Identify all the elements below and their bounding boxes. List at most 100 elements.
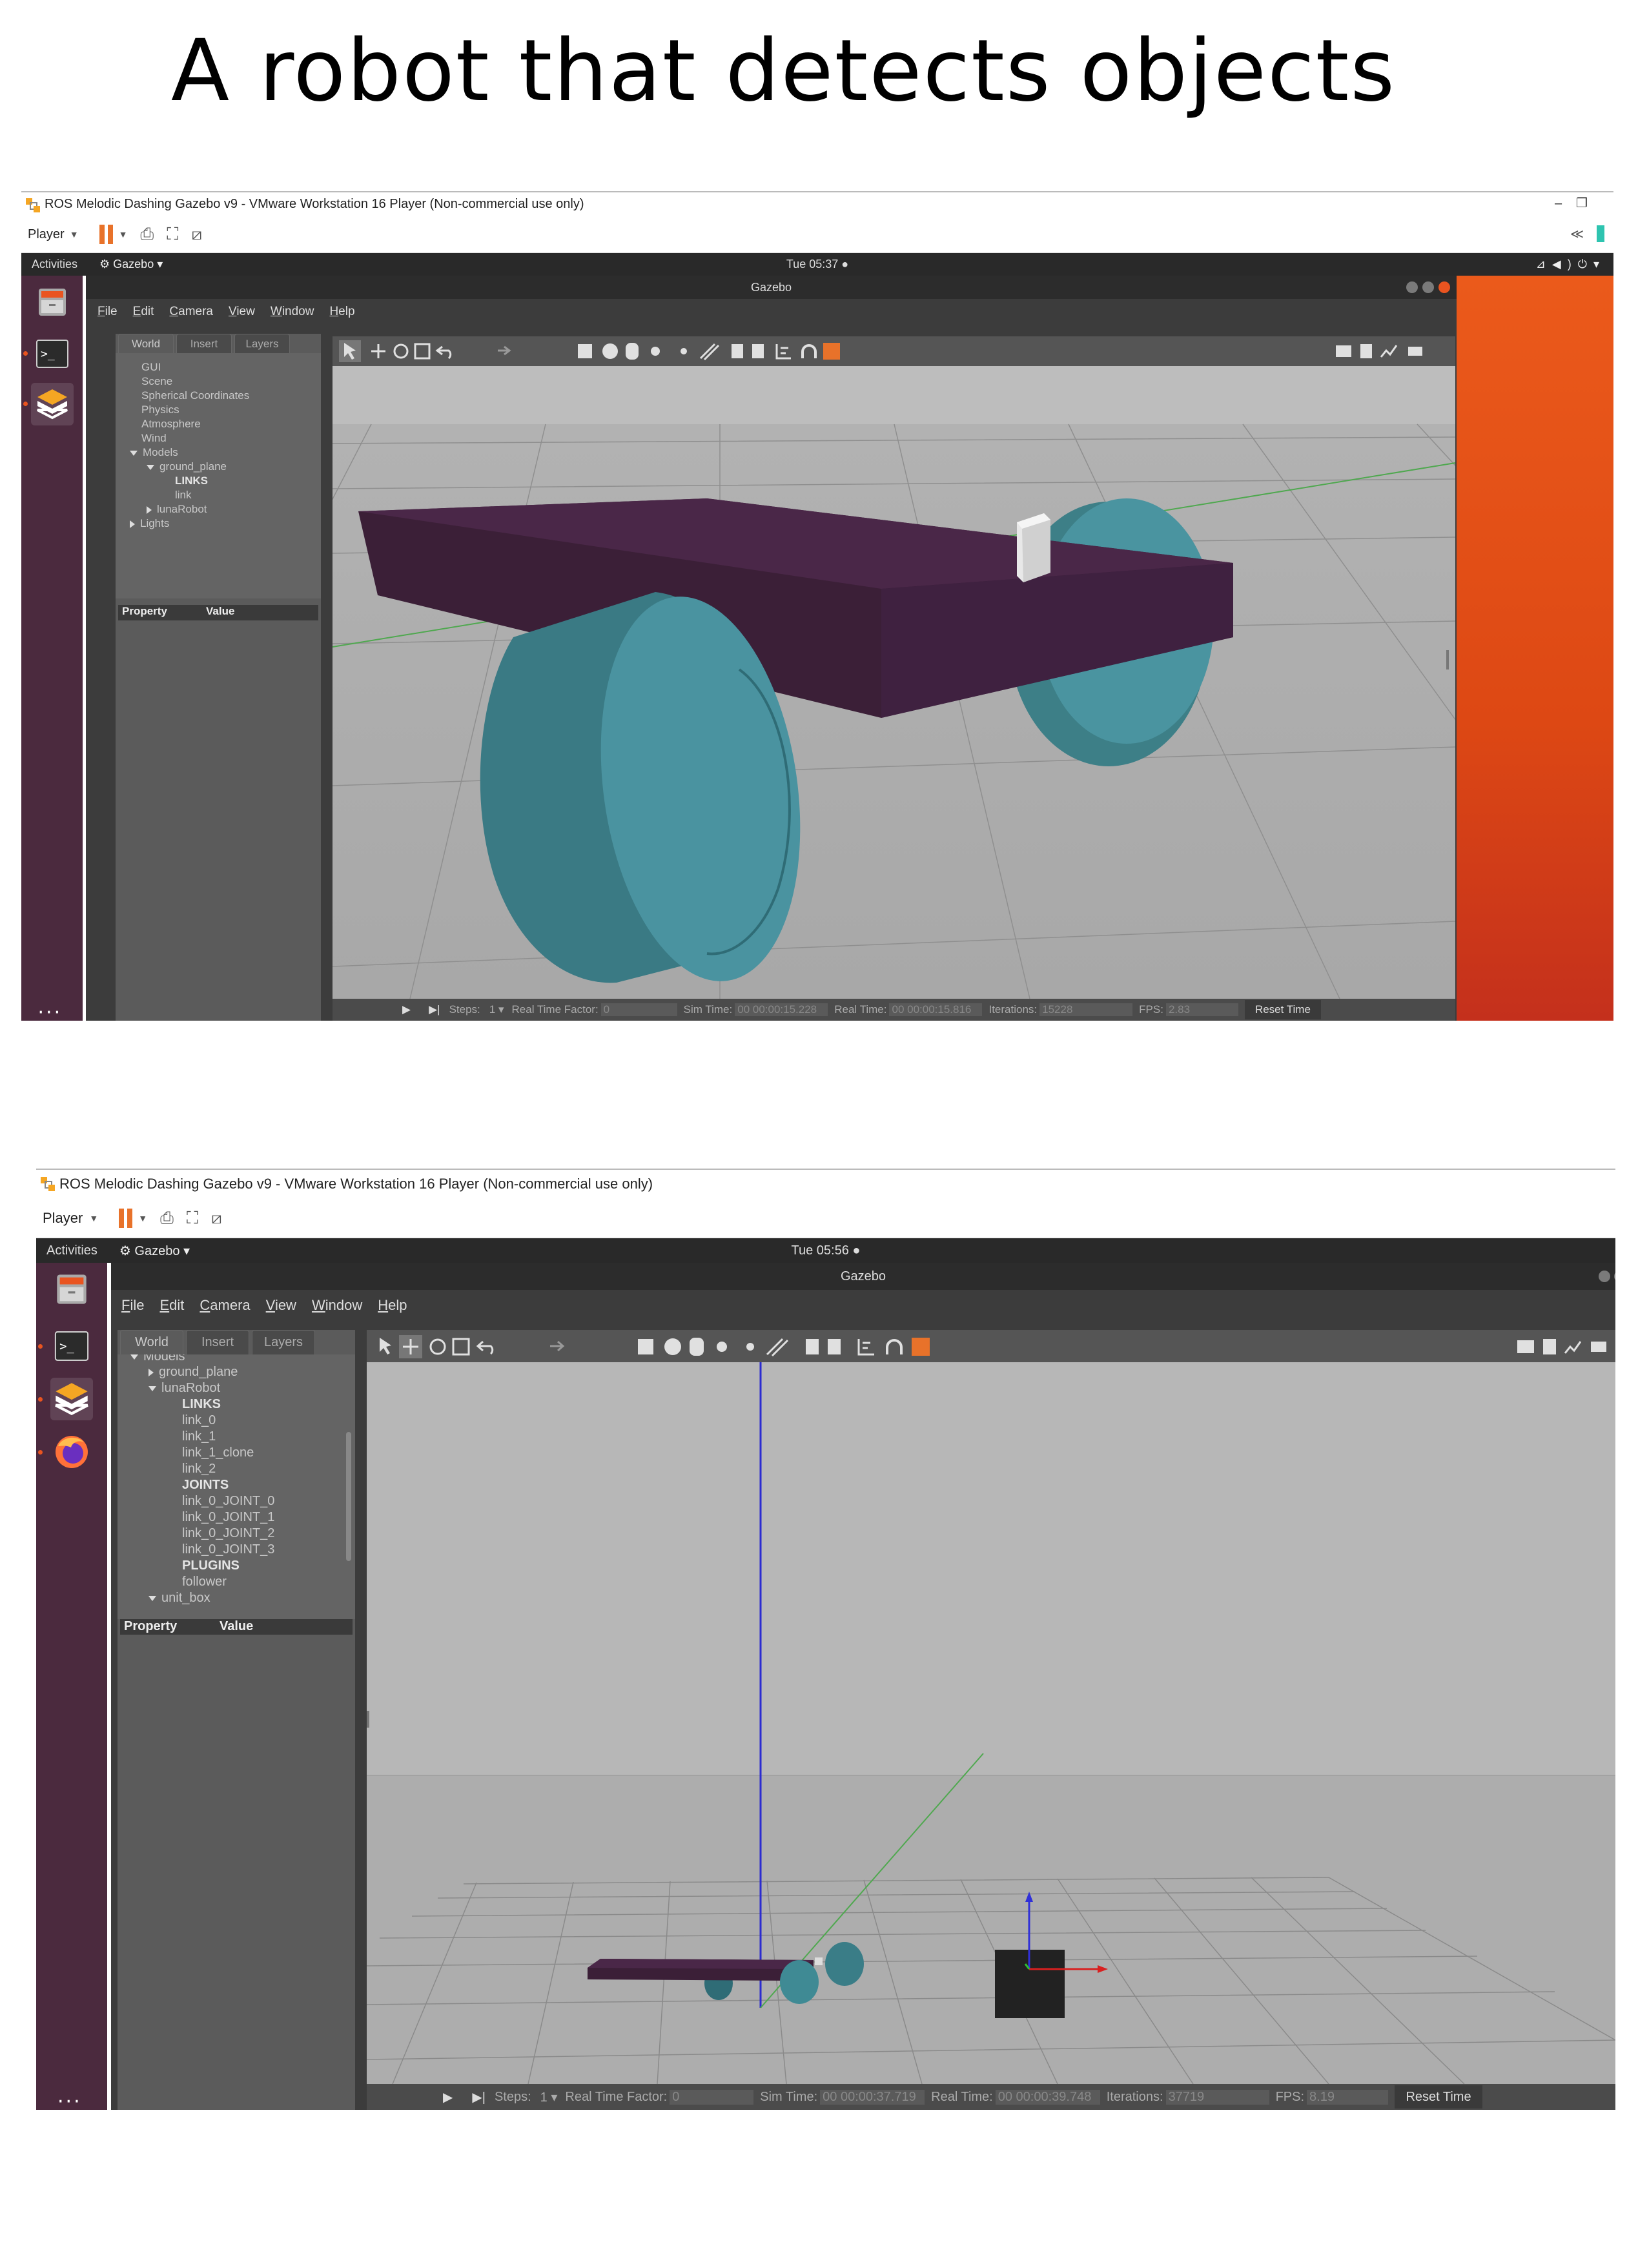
world-panel: World Insert Layers GUI Scene Spherical … xyxy=(116,334,321,1021)
activities-button[interactable]: Activities xyxy=(46,1243,97,1258)
show-apps-icon[interactable]: ··· xyxy=(38,1003,67,1021)
chevron-down-icon[interactable]: ▼ xyxy=(89,1213,98,1223)
tab-world[interactable]: World xyxy=(120,1330,183,1354)
pause-icon[interactable] xyxy=(118,1208,134,1228)
chevron-down-icon[interactable]: ▼ xyxy=(138,1213,147,1223)
clock[interactable]: Tue 05:56 ● xyxy=(36,1243,1615,1258)
tree-item-lunarobot[interactable]: lunaRobot xyxy=(147,503,207,516)
tree-item-models[interactable]: Models xyxy=(130,446,178,459)
tree-item-joint-2[interactable]: link_0_JOINT_2 xyxy=(182,1526,274,1541)
send-ctrl-alt-del-icon[interactable]: ⎙ xyxy=(140,224,154,245)
tab-layers[interactable]: Layers xyxy=(252,1330,315,1354)
unity-mode-icon[interactable]: ⧄ xyxy=(191,224,202,245)
menu-window[interactable]: Window xyxy=(312,1297,362,1314)
tree-item-joint-1[interactable]: link_0_JOINT_1 xyxy=(182,1510,274,1525)
tree-item-lunarobot[interactable]: lunaRobot xyxy=(148,1381,220,1396)
menu-file[interactable]: File xyxy=(97,305,118,319)
system-tray-icons[interactable]: ⊿◀)⏻▾ xyxy=(1536,258,1606,271)
steps-value[interactable]: 1 ▾ xyxy=(489,1003,504,1016)
menu-edit[interactable]: Edit xyxy=(133,305,154,319)
chevron-down-icon[interactable]: ▼ xyxy=(119,229,128,240)
tree-item-models[interactable]: Models xyxy=(130,1354,185,1364)
dock-terminal[interactable]: >_ xyxy=(50,1325,93,1367)
dock-files[interactable] xyxy=(31,281,74,323)
close-icon[interactable] xyxy=(1438,281,1450,293)
tree-item-link-2[interactable]: link_2 xyxy=(182,1462,216,1476)
tree-item-link-0[interactable]: link_0 xyxy=(182,1413,216,1428)
menu-view[interactable]: View xyxy=(229,305,255,319)
tree-item-lights[interactable]: Lights xyxy=(130,517,169,530)
tree-item-physics[interactable]: Physics xyxy=(141,404,179,416)
player-menu[interactable]: Player xyxy=(28,227,65,242)
tree-item-joint-0[interactable]: link_0_JOINT_0 xyxy=(182,1494,274,1509)
svg-text:>_: >_ xyxy=(41,347,55,361)
vm-window-controls[interactable]: –❐ xyxy=(1555,195,1602,211)
tree-item-unit-box[interactable]: unit_box xyxy=(148,1591,210,1606)
activities-button[interactable]: Activities xyxy=(32,258,77,271)
menu-camera[interactable]: Camera xyxy=(200,1297,250,1314)
tree-item-link-1[interactable]: link_1 xyxy=(182,1429,216,1444)
menu-view[interactable]: View xyxy=(266,1297,296,1314)
video-record-icon xyxy=(1408,347,1422,356)
minimize-icon[interactable] xyxy=(1406,281,1418,293)
minimize-icon[interactable] xyxy=(1599,1271,1610,1282)
dock-firefox[interactable] xyxy=(50,1431,93,1473)
send-ctrl-alt-del-icon[interactable]: ⎙ xyxy=(160,1208,174,1229)
translate-icon xyxy=(371,344,385,358)
play-icon[interactable]: ▶ xyxy=(443,2089,453,2105)
steps-value[interactable]: 1 ▾ xyxy=(540,2089,558,2105)
fullscreen-icon[interactable]: ⛶ xyxy=(187,1208,198,1229)
gazebo-app-menu[interactable]: ⚙ Gazebo ▾ xyxy=(99,258,163,271)
reset-time-button[interactable]: Reset Time xyxy=(1244,1000,1321,1019)
menu-help[interactable]: Help xyxy=(329,305,354,319)
robot-sensor-box xyxy=(815,1957,823,1965)
scene-viewport[interactable] xyxy=(367,1362,1615,2084)
tree-item-follower[interactable]: follower xyxy=(182,1575,227,1589)
tree-item-atmosphere[interactable]: Atmosphere xyxy=(141,418,201,431)
menu-camera[interactable]: Camera xyxy=(169,305,213,319)
unity-mode-icon[interactable]: ⧄ xyxy=(211,1208,222,1229)
step-icon[interactable]: ▶| xyxy=(472,2089,486,2105)
clock[interactable]: Tue 05:37 ● xyxy=(21,258,1613,271)
menu-edit[interactable]: Edit xyxy=(159,1297,184,1314)
tree-item-link[interactable]: link xyxy=(175,489,192,502)
tree-scrollbar[interactable] xyxy=(346,1432,351,1561)
menu-help[interactable]: Help xyxy=(378,1297,407,1314)
tab-insert[interactable]: Insert xyxy=(176,334,232,353)
maximize-icon[interactable] xyxy=(1614,1271,1615,1282)
tab-insert[interactable]: Insert xyxy=(186,1330,249,1354)
fullscreen-icon[interactable]: ⛶ xyxy=(167,224,178,245)
iterations-label: Iterations: xyxy=(1106,2089,1163,2104)
ubuntu-top-bar: Activities ⚙ Gazebo ▾ Tue 05:56 ● xyxy=(36,1238,1615,1263)
iterations-label: Iterations: xyxy=(988,1003,1038,1016)
reset-time-button[interactable]: Reset Time xyxy=(1395,2085,1483,2109)
tree-item-scene[interactable]: Scene xyxy=(141,375,172,388)
tree-item-wind[interactable]: Wind xyxy=(141,432,167,445)
dock-terminal[interactable]: >_ xyxy=(31,332,74,375)
dock-files[interactable] xyxy=(50,1268,93,1311)
pause-icon[interactable] xyxy=(98,225,115,244)
dock-gazebo[interactable] xyxy=(50,1378,93,1420)
collapse-icon[interactable]: ≪ xyxy=(1570,226,1584,242)
show-apps-icon[interactable]: ··· xyxy=(57,2092,86,2110)
menu-window[interactable]: Window xyxy=(271,305,314,319)
step-icon[interactable]: ▶| xyxy=(429,1003,440,1016)
vm-titlebar: ROS Melodic Dashing Gazebo v9 - VMware W… xyxy=(21,191,1613,216)
scene-viewport[interactable] xyxy=(333,366,1455,999)
tree-item-spherical-coordinates[interactable]: Spherical Coordinates xyxy=(141,389,249,402)
dock-gazebo[interactable] xyxy=(30,383,74,425)
dock-running-dot xyxy=(23,351,28,356)
tree-item-ground-plane[interactable]: ground_plane xyxy=(147,460,227,473)
gazebo-app-menu[interactable]: ⚙ Gazebo ▾ xyxy=(119,1243,190,1259)
tree-item-ground-plane[interactable]: ground_plane xyxy=(148,1365,238,1380)
play-icon[interactable]: ▶ xyxy=(402,1003,411,1016)
tree-item-joint-3[interactable]: link_0_JOINT_3 xyxy=(182,1542,274,1557)
tree-item-gui[interactable]: GUI xyxy=(141,361,161,374)
tab-layers[interactable]: Layers xyxy=(234,334,290,353)
player-menu[interactable]: Player xyxy=(43,1210,83,1227)
maximize-icon[interactable] xyxy=(1422,281,1434,293)
tree-item-link-1-clone[interactable]: link_1_clone xyxy=(182,1446,254,1460)
chevron-down-icon[interactable]: ▼ xyxy=(70,229,79,240)
menu-file[interactable]: File xyxy=(121,1297,144,1314)
tab-world[interactable]: World xyxy=(118,334,174,353)
